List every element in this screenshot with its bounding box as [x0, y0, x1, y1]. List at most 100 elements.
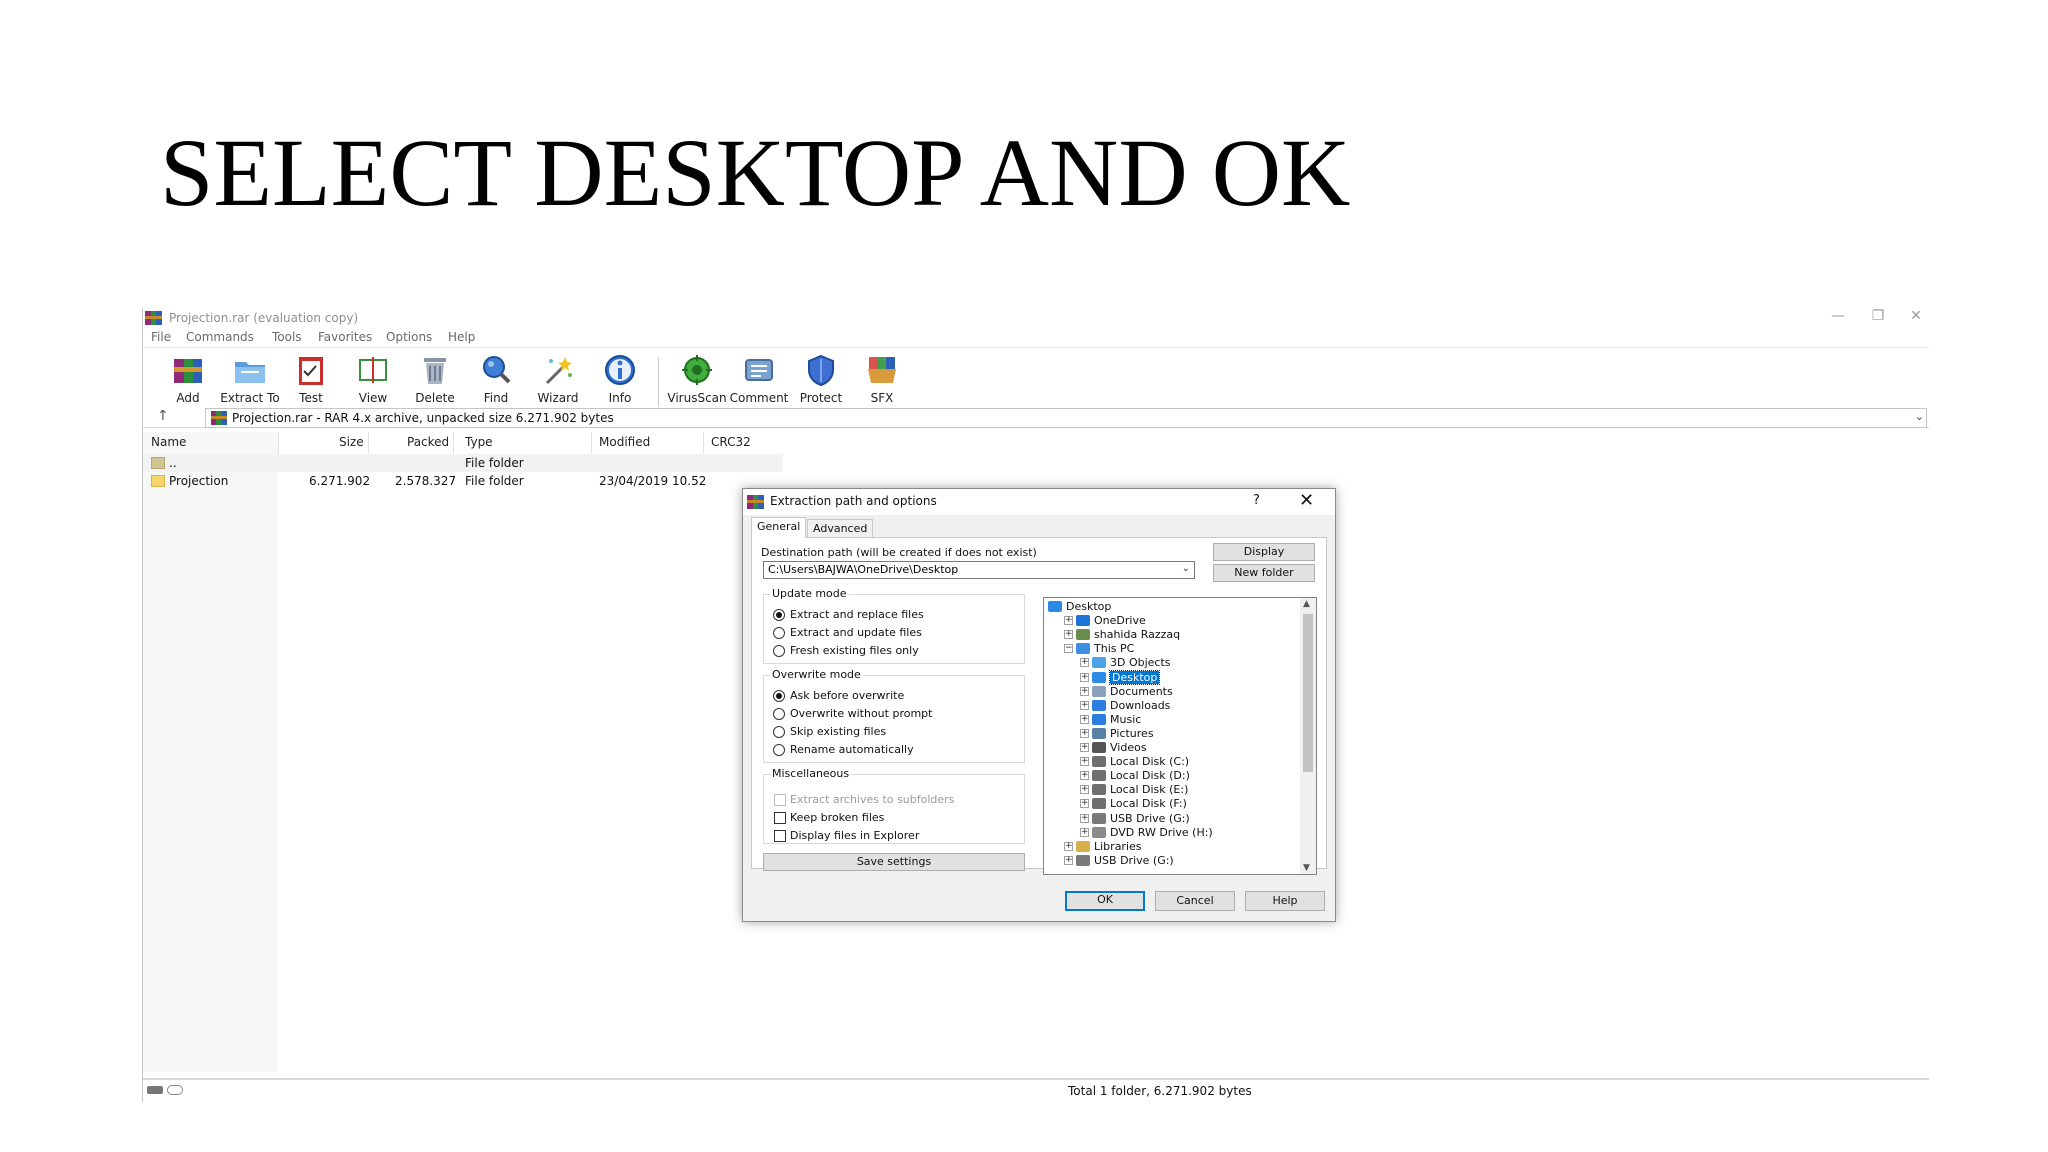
usb-drive-icon [1076, 854, 1090, 866]
table-row[interactable]: Projection 6.271.902 2.578.327 File fold… [143, 472, 783, 490]
menu-help[interactable]: Help [448, 330, 475, 344]
delete-button[interactable]: Delete [405, 353, 465, 411]
wizard-button[interactable]: Wizard [528, 353, 588, 411]
expand-icon[interactable]: + [1080, 658, 1089, 668]
key-icon[interactable] [167, 1085, 183, 1095]
close-icon[interactable]: ✕ [1299, 490, 1314, 511]
sfx-button[interactable]: SFX [852, 353, 912, 411]
chevron-down-icon[interactable]: ⌄ [1915, 410, 1924, 423]
expand-icon[interactable]: + [1080, 785, 1089, 795]
tab-advanced[interactable]: Advanced [807, 519, 874, 537]
expand-icon[interactable]: + [1064, 841, 1073, 851]
trash-bin-icon [424, 358, 446, 384]
view-button[interactable]: View [343, 353, 403, 411]
menu-commands[interactable]: Commands [186, 330, 254, 344]
expand-icon[interactable]: + [1080, 700, 1089, 710]
virusscan-button[interactable]: VirusScan [667, 353, 727, 411]
folder-tree[interactable]: Desktop + OneDrive + shahida Razzaq − This PC +… [1043, 597, 1317, 875]
radio-label[interactable]: Overwrite without prompt [790, 707, 932, 720]
radio-fresh-existing[interactable] [773, 645, 785, 657]
scroll-up-icon[interactable]: ▲ [1303, 599, 1310, 609]
tab-general[interactable]: General [751, 517, 807, 538]
chevron-down-icon[interactable]: ⌄ [1182, 563, 1190, 574]
menu-tools[interactable]: Tools [272, 330, 302, 344]
radio-label[interactable]: Extract and replace files [790, 608, 924, 621]
pictures-icon [1092, 727, 1106, 739]
expand-icon[interactable]: + [1064, 630, 1073, 640]
tree-item-label: Desktop [1108, 669, 1161, 685]
col-size[interactable]: Size [339, 435, 364, 449]
tree-item-label: This PC [1094, 642, 1135, 656]
close-button[interactable]: ✕ [1901, 308, 1931, 324]
checkbox-label[interactable]: Display files in Explorer [790, 829, 919, 842]
up-arrow-icon[interactable]: ↑ [157, 408, 169, 424]
magnifier-icon [483, 356, 511, 384]
collapse-icon[interactable]: − [1064, 644, 1073, 654]
radio-overwrite-no-prompt[interactable] [773, 708, 785, 720]
menu-file[interactable]: File [151, 330, 171, 344]
radio-label[interactable]: Extract and update files [790, 626, 922, 639]
extract-to-folder-icon [235, 362, 265, 383]
help-icon[interactable]: ? [1253, 493, 1260, 508]
radio-skip-existing[interactable] [773, 726, 785, 738]
documents-icon [1092, 685, 1106, 697]
extract-to-button[interactable]: Extract To [220, 353, 280, 411]
destination-path-combo[interactable]: C:\Users\BAJWA\OneDrive\Desktop ⌄ [763, 561, 1195, 579]
display-button[interactable]: Display [1213, 543, 1315, 561]
expand-icon[interactable]: + [1080, 728, 1089, 738]
radio-extract-replace[interactable] [773, 609, 785, 621]
add-button[interactable]: Add [158, 353, 218, 411]
expand-icon[interactable]: + [1080, 672, 1089, 682]
test-button[interactable]: Test [281, 353, 341, 411]
expand-icon[interactable]: + [1080, 757, 1089, 767]
radio-extract-update[interactable] [773, 627, 785, 639]
new-folder-button[interactable]: New folder [1213, 564, 1315, 582]
radio-label[interactable]: Rename automatically [790, 743, 914, 756]
drive-icon[interactable] [147, 1086, 163, 1094]
checkbox-display-explorer[interactable] [774, 830, 786, 842]
checkbox-label[interactable]: Keep broken files [790, 811, 884, 824]
expand-icon[interactable]: + [1080, 813, 1089, 823]
column-header-row: Name Size Packed Type Modified CRC32 [143, 432, 783, 454]
restore-button[interactable]: ❐ [1863, 308, 1893, 324]
expand-icon[interactable]: + [1080, 743, 1089, 752]
radio-ask-overwrite[interactable] [773, 690, 785, 702]
radio-label[interactable]: Ask before overwrite [790, 689, 904, 702]
radio-label[interactable]: Fresh existing files only [790, 644, 919, 657]
expand-icon[interactable]: + [1064, 616, 1073, 626]
info-button[interactable]: Info [590, 353, 650, 411]
expand-icon[interactable]: + [1080, 827, 1089, 837]
menu-options[interactable]: Options [386, 330, 432, 344]
col-modified[interactable]: Modified [599, 435, 650, 449]
checkbox-keep-broken[interactable] [774, 812, 786, 824]
cancel-button[interactable]: Cancel [1155, 891, 1235, 911]
ok-button[interactable]: OK [1065, 891, 1145, 911]
expand-icon[interactable]: + [1080, 714, 1089, 724]
protect-button[interactable]: Protect [791, 353, 851, 411]
address-field[interactable]: Projection.rar - RAR 4.x archive, unpack… [205, 408, 1927, 428]
table-row[interactable]: .. File folder [143, 454, 783, 472]
expand-icon[interactable]: + [1080, 771, 1089, 781]
minimize-button[interactable]: — [1823, 308, 1853, 324]
checkbox-label[interactable]: Extract archives to subfolders [790, 793, 954, 806]
comment-button[interactable]: Comment [729, 353, 789, 411]
menu-favorites[interactable]: Favorites [318, 330, 372, 344]
scrollbar-thumb[interactable] [1303, 614, 1313, 772]
radio-rename-auto[interactable] [773, 744, 785, 756]
save-settings-button[interactable]: Save settings [763, 853, 1025, 871]
radio-label[interactable]: Skip existing files [790, 725, 886, 738]
col-crc32[interactable]: CRC32 [711, 435, 751, 449]
tree-item-label: Pictures [1110, 726, 1154, 740]
expand-icon[interactable]: + [1064, 855, 1073, 865]
col-packed[interactable]: Packed [407, 435, 449, 449]
scroll-down-icon[interactable]: ▼ [1303, 863, 1310, 873]
expand-icon[interactable]: + [1080, 799, 1089, 809]
tree-scrollbar[interactable]: ▲ ▼ [1300, 598, 1316, 874]
expand-icon[interactable]: + [1080, 686, 1089, 696]
col-type[interactable]: Type [465, 435, 493, 449]
tree-item-label: Local Disk (C:) [1110, 755, 1190, 769]
find-button[interactable]: Find [466, 353, 526, 411]
help-button[interactable]: Help [1245, 891, 1325, 911]
col-name[interactable]: Name [151, 435, 186, 449]
checkbox-extract-subfolders[interactable] [774, 794, 786, 806]
